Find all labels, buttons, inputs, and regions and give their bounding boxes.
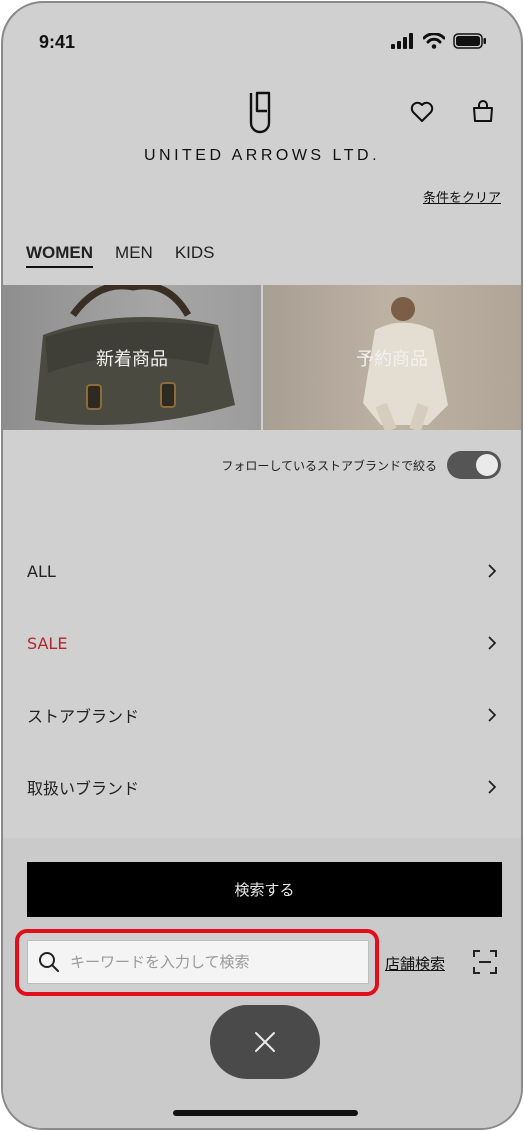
heart-icon[interactable] [410,101,434,123]
keyword-search-box[interactable] [27,940,369,984]
follow-filter-row: フォローしているストアブランドで絞る [221,451,501,479]
menu-item-label: SALE [27,633,68,653]
menu-item-handled-brands[interactable]: 取扱いブランド [3,751,521,823]
new-arrivals-banner[interactable]: 新着商品 [3,285,261,430]
home-indicator [173,1110,358,1116]
menu-item-label: ストアブランド [27,707,140,726]
menu-item-sale[interactable]: SALE [3,607,521,679]
menu-item-label: 取扱いブランド [27,779,140,798]
phone-frame: 9:41 UNITED ARROWS LTD. 条件をクリア WOMEN MEN… [1,1,523,1130]
follow-filter-toggle[interactable] [447,451,501,479]
gender-tabs: WOMEN MEN KIDS [26,243,215,268]
brand-name: UNITED ARROWS LTD. [143,147,381,164]
category-menu: ALL SALE ストアブランド 取扱いブランド [3,535,521,823]
keyword-search-input[interactable] [68,952,362,972]
status-time: 9:41 [39,32,76,52]
chevron-right-icon [488,708,497,722]
status-icons [391,33,487,49]
preorder-label: 予約商品 [356,349,428,370]
signal-icon [391,33,413,49]
chevron-right-icon [488,564,497,578]
menu-item-label: ALL [27,561,56,581]
toggle-knob [476,454,498,476]
banner-row: 新着商品 予約商品 [3,285,521,430]
preorder-banner[interactable]: 予約商品 [263,285,521,430]
new-arrivals-label: 新着商品 [96,349,168,370]
chevron-right-icon [488,636,497,650]
wifi-icon [423,33,445,49]
search-button[interactable]: 検索する [27,862,502,917]
close-icon [255,1032,275,1052]
follow-filter-label: フォローしているストアブランドで絞る [221,458,437,473]
search-icon [39,952,59,972]
menu-item-all[interactable]: ALL [3,535,521,607]
chevron-right-icon [488,780,497,794]
tab-kids[interactable]: KIDS [175,243,215,268]
menu-item-store-brand[interactable]: ストアブランド [3,679,521,751]
tab-women[interactable]: WOMEN [26,243,94,268]
tab-men[interactable]: MEN [115,243,153,268]
store-search-link[interactable]: 店舗検索 [385,953,445,974]
clear-conditions-link[interactable]: 条件をクリア [423,187,501,206]
brand-logo-mark [249,91,271,134]
shopping-bag-icon[interactable] [471,99,495,123]
barcode-scan-icon[interactable] [472,949,498,975]
battery-icon [453,33,486,49]
close-button[interactable] [210,1005,320,1079]
